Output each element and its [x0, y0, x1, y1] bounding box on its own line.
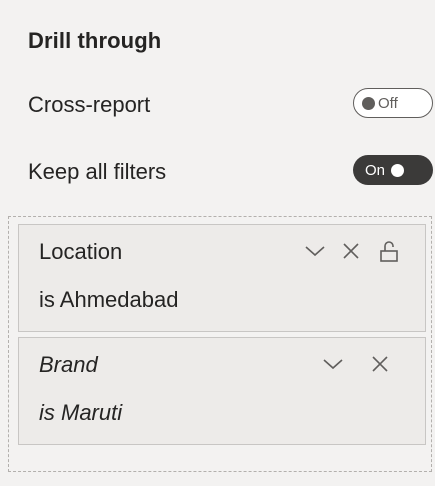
keep-all-filters-toggle[interactable]: On: [353, 155, 433, 185]
section-title: Drill through: [28, 28, 162, 53]
cross-report-label: Cross-report: [28, 92, 151, 117]
keep-all-filters-label: Keep all filters: [28, 159, 167, 184]
close-icon[interactable]: [368, 352, 392, 376]
toggle-state-text: Off: [378, 94, 398, 112]
toggle-state-text: On: [365, 161, 386, 179]
filter-value-summary: is Maruti: [39, 400, 123, 425]
toggle-knob: [362, 96, 375, 110]
filter-card-location[interactable]: Location is Ahmedabad: [18, 224, 426, 332]
chevron-down-icon[interactable]: [321, 352, 345, 376]
filter-value-summary: is Ahmedabad: [39, 287, 179, 312]
chevron-down-icon[interactable]: [303, 239, 327, 263]
filter-card-brand[interactable]: Brand is Maruti: [18, 337, 426, 445]
drill-through-pane: Drill through Cross-report Off Keep all …: [0, 0, 435, 486]
filter-field-name: Brand: [39, 352, 98, 377]
toggle-knob: [391, 163, 405, 177]
close-icon[interactable]: [339, 239, 363, 263]
unlock-icon[interactable]: [377, 239, 401, 263]
cross-report-toggle[interactable]: Off: [353, 88, 433, 118]
filter-field-name: Location: [39, 239, 123, 264]
